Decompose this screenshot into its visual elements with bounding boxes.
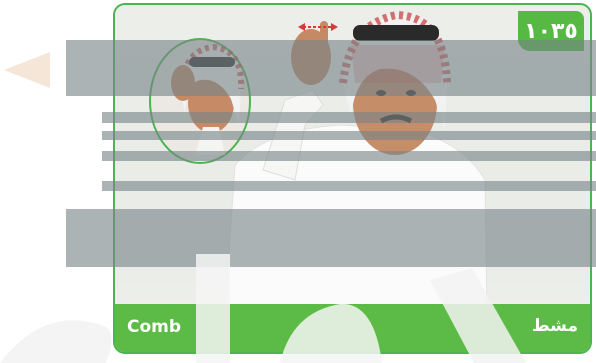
- overlay-bar-2: [102, 131, 596, 140]
- overlay-bar-3: [102, 151, 596, 161]
- left-arrow-icon[interactable]: [4, 52, 50, 88]
- overlay-bar-1: [102, 112, 596, 123]
- overlay-bar-top: [66, 40, 596, 96]
- overlay-bar-4: [102, 181, 596, 191]
- stage: ١٠٣٥ Comb مشط: [0, 0, 596, 363]
- watermark-shapes: [0, 254, 526, 363]
